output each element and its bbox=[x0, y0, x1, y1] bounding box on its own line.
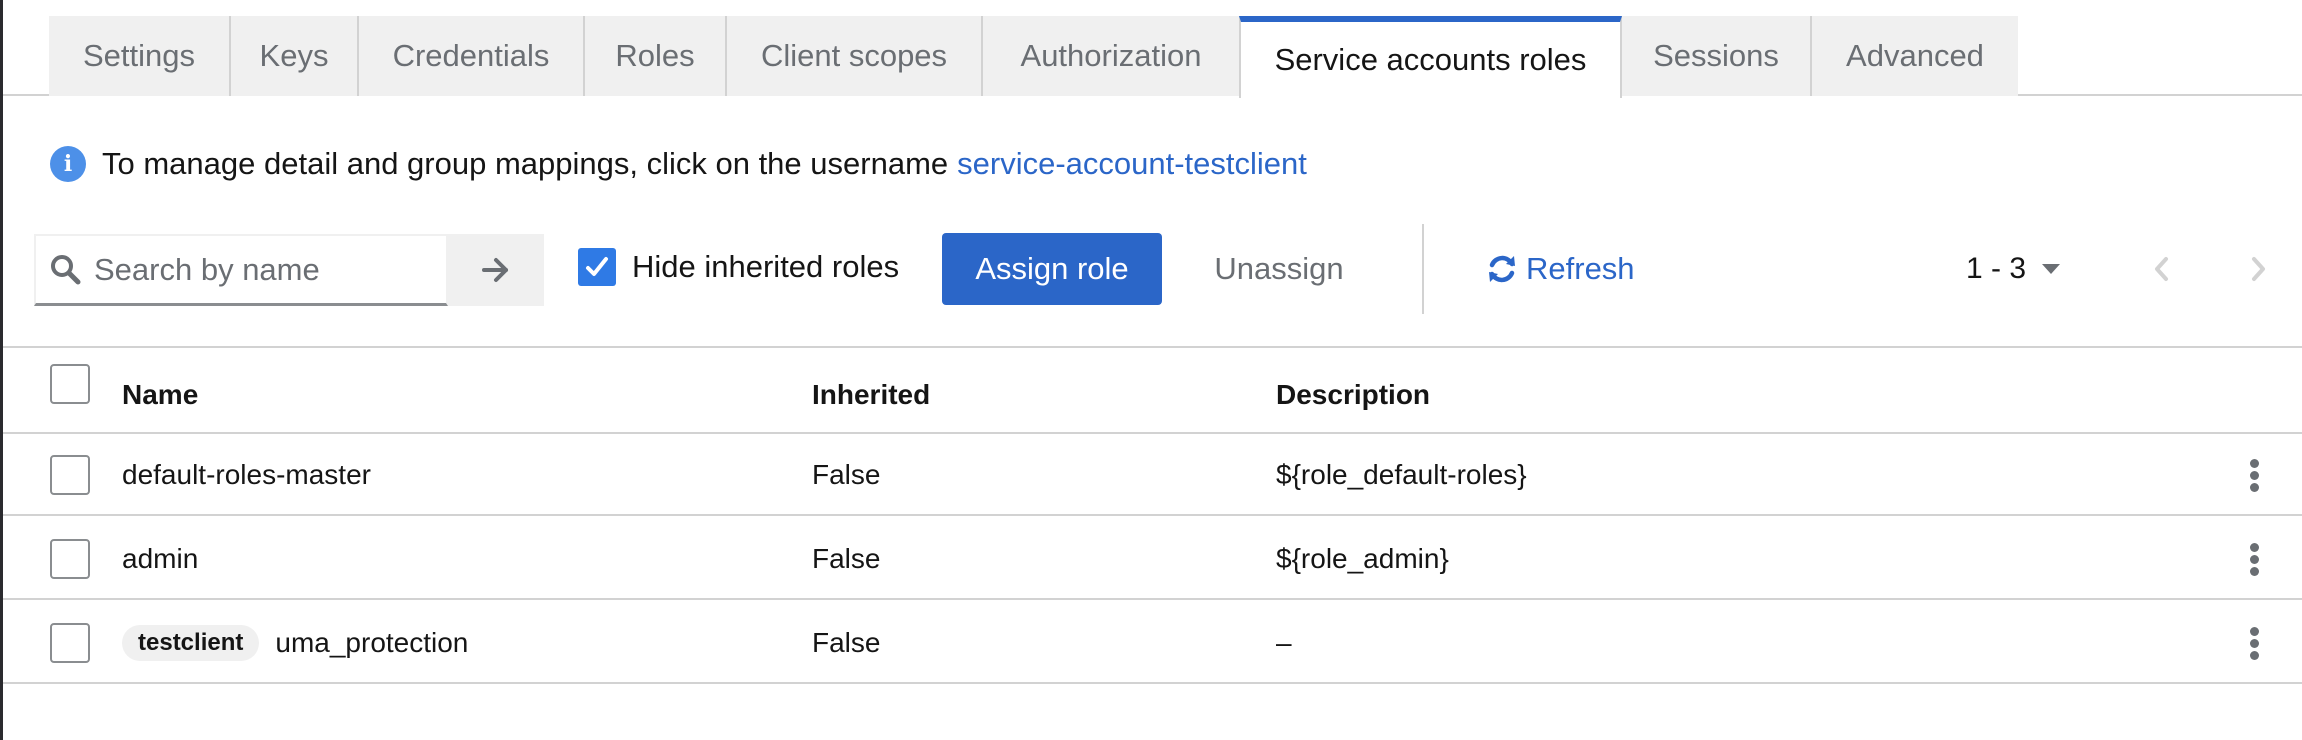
tab-service-accounts-roles[interactable]: Service accounts roles bbox=[1239, 16, 1622, 98]
chevron-right-icon bbox=[2252, 257, 2265, 281]
toolbar: Hide inherited roles Assign role Unassig… bbox=[34, 224, 2274, 314]
previous-page-button[interactable] bbox=[2142, 233, 2182, 305]
info-circle-icon: i bbox=[50, 146, 86, 182]
toolbar-divider bbox=[1422, 224, 1424, 314]
tab-advanced[interactable]: Advanced bbox=[1812, 16, 2018, 96]
assign-role-button[interactable]: Assign role bbox=[942, 233, 1162, 305]
column-header-inherited: Inherited bbox=[812, 379, 931, 410]
row-checkbox[interactable] bbox=[50, 539, 90, 579]
role-name-text: uma_protection bbox=[275, 627, 469, 658]
tab-keys[interactable]: Keys bbox=[231, 16, 359, 96]
refresh-icon bbox=[1489, 255, 1515, 283]
tab-client-scopes[interactable]: Client scopes bbox=[727, 16, 983, 96]
table-row: testclient uma_protection False – bbox=[3, 602, 2302, 684]
column-header-name[interactable]: Name bbox=[122, 348, 198, 434]
tab-roles[interactable]: Roles bbox=[585, 16, 727, 96]
tab-sessions[interactable]: Sessions bbox=[1622, 16, 1812, 96]
search-box bbox=[34, 234, 448, 306]
pagination-options-toggle[interactable]: 1 - 3 bbox=[1966, 233, 2061, 305]
role-name-text: admin bbox=[122, 543, 199, 574]
table-header-row: Name Inherited Description bbox=[3, 348, 2302, 434]
next-page-button[interactable] bbox=[2238, 233, 2278, 305]
select-all-checkbox[interactable] bbox=[50, 364, 90, 404]
role-inherited: False bbox=[812, 627, 881, 658]
role-inherited: False bbox=[812, 459, 881, 490]
pagination-range: 1 - 3 bbox=[1966, 252, 2027, 285]
tab-credentials[interactable]: Credentials bbox=[359, 16, 585, 96]
hide-inherited-roles-checkbox[interactable]: Hide inherited roles bbox=[578, 248, 899, 286]
tab-list: Settings Keys Credentials Roles Client s… bbox=[49, 16, 2018, 98]
info-message: i To manage detail and group mappings, c… bbox=[50, 146, 1307, 182]
search-submit-button[interactable] bbox=[448, 234, 544, 306]
role-description: – bbox=[1276, 627, 1292, 658]
role-description: ${role_admin} bbox=[1276, 543, 1449, 574]
checkbox-checked[interactable] bbox=[578, 248, 616, 286]
service-account-user-link[interactable]: service-account-testclient bbox=[957, 146, 1307, 182]
row-actions-kebab-icon[interactable] bbox=[2239, 537, 2269, 581]
tab-authorization[interactable]: Authorization bbox=[983, 16, 1239, 96]
info-text: To manage detail and group mappings, cli… bbox=[102, 146, 949, 181]
role-name: admin bbox=[122, 518, 198, 600]
role-inherited: False bbox=[812, 543, 881, 574]
row-actions-kebab-icon[interactable] bbox=[2239, 621, 2269, 665]
tab-settings[interactable]: Settings bbox=[49, 16, 231, 96]
unassign-button[interactable]: Unassign bbox=[1194, 233, 1364, 305]
table-row: default-roles-master False ${role_defaul… bbox=[3, 434, 2302, 516]
refresh-button[interactable]: Refresh bbox=[1486, 233, 1635, 305]
search-icon bbox=[51, 254, 81, 284]
client-badge: testclient bbox=[122, 625, 260, 661]
check-icon bbox=[586, 257, 608, 276]
refresh-label: Refresh bbox=[1526, 251, 1635, 286]
role-name: default-roles-master bbox=[122, 434, 371, 516]
hide-inherited-label: Hide inherited roles bbox=[632, 249, 900, 284]
row-actions-kebab-icon[interactable] bbox=[2239, 453, 2269, 497]
row-checkbox[interactable] bbox=[50, 455, 90, 495]
arrow-right-icon bbox=[482, 258, 508, 282]
table-row: admin False ${role_admin} bbox=[3, 518, 2302, 600]
caret-down-icon bbox=[2042, 264, 2061, 274]
role-name: testclient uma_protection bbox=[122, 602, 468, 684]
client-tabs: Settings Keys Credentials Roles Client s… bbox=[3, 16, 2302, 98]
chevron-left-icon bbox=[2155, 257, 2168, 281]
search-input[interactable] bbox=[94, 251, 434, 288]
role-name-text: default-roles-master bbox=[122, 459, 371, 490]
role-description: ${role_default-roles} bbox=[1276, 459, 1527, 490]
column-header-description: Description bbox=[1276, 379, 1431, 410]
row-checkbox[interactable] bbox=[50, 623, 90, 663]
